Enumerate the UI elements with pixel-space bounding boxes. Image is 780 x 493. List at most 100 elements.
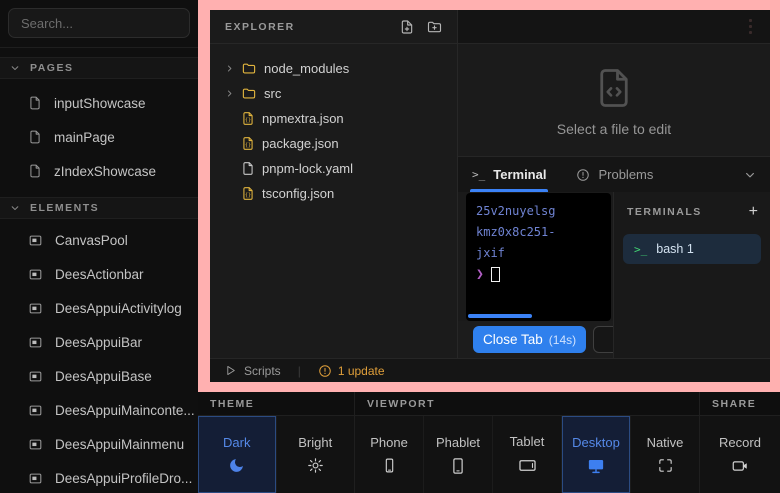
file-code-icon [593,64,635,112]
kebab-menu-button[interactable] [749,19,752,34]
terminal-prompt-icon: >_ [634,243,647,256]
phablet-icon [449,457,467,475]
sidebar-section-pages[interactable]: PAGES [0,57,198,79]
page-icon [28,96,42,110]
chevron-down-icon [10,203,20,213]
sidebar-item-deesappuiprofiledropdown[interactable]: DeesAppuiProfileDro... [0,461,198,493]
terminal-screen[interactable]: 25v2nuyelsg kmz0x8c251- jxif ❯ [466,193,611,321]
svg-text:{}: {} [245,118,251,124]
new-file-button[interactable] [399,19,415,35]
button-label: Phablet [436,435,480,450]
file-icon [241,161,255,176]
tree-item-package-json[interactable]: {} package.json [210,131,457,156]
sidebar-item-deesappuiactivitylog[interactable]: DeesAppuiActivitylog [0,291,198,325]
editor-topbar [458,10,770,44]
json-file-icon: {} [241,136,255,151]
button-label: Record [719,435,761,450]
close-tab-countdown: (14s) [549,333,576,347]
new-folder-button[interactable] [426,19,443,35]
sun-icon [307,457,324,474]
play-icon [224,364,237,377]
viewport-section: VIEWPORT Phone Phablet Tablet Desktop [355,392,700,493]
terminal-output-section: 25v2nuyelsg kmz0x8c251- jxif ❯ [458,192,613,358]
phone-icon [381,457,398,474]
element-icon [28,267,43,282]
viewport-button-phone[interactable]: Phone [355,416,424,493]
update-label: 1 update [338,364,385,378]
new-file-icon [399,19,415,35]
sidebar-item-deesappuibase[interactable]: DeesAppuiBase [0,359,198,393]
share-button-record[interactable]: Record [700,416,780,493]
tree-item-tsconfig-json[interactable]: {} tsconfig.json [210,181,457,206]
sidebar-item-deesappuimaincontent[interactable]: DeesAppuiMainconte... [0,393,198,427]
explorer-title: EXPLORER [225,21,399,33]
viewport-button-phablet[interactable]: Phablet [424,416,493,493]
explorer-panel: EXPLORER [210,10,458,358]
terminal-actions-row: Close Tab (14s) [458,321,613,358]
chevron-right-icon [225,64,234,73]
sidebar-divider [0,47,198,48]
chevron-down-icon[interactable] [744,169,756,181]
json-file-icon: {} [241,111,255,126]
element-icon [28,403,43,418]
ide-component: EXPLORER [210,10,770,382]
tab-label: Terminal [493,167,546,182]
statusbar-separator: | [298,364,301,378]
tab-problems[interactable]: Problems [574,157,655,192]
terminal-output-line: 25v2nuyelsg [476,201,611,222]
sidebar-item-deesactionbar[interactable]: DeesActionbar [0,257,198,291]
sidebar-item-mainpage[interactable]: mainPage [0,120,198,154]
theme-button-bright[interactable]: Bright [277,416,355,493]
search-input[interactable] [8,8,190,38]
tree-item-npmextra-json[interactable]: {} npmextra.json [210,106,457,131]
scripts-button[interactable]: Scripts [244,364,281,378]
viewport-button-tablet[interactable]: Tablet [493,416,562,493]
tree-item-label: src [264,86,281,101]
viewport-button-desktop[interactable]: Desktop [562,416,631,493]
button-label: Tablet [510,434,545,449]
terminals-title: TERMINALS [627,206,749,218]
update-indicator[interactable]: 1 update [318,364,385,378]
editor-column: Select a file to edit >_ Terminal Proble… [458,10,770,358]
tree-item-pnpm-lock-yaml[interactable]: pnpm-lock.yaml [210,156,457,181]
clipped-action-button[interactable] [593,326,613,353]
sidebar-item-deesappuibar[interactable]: DeesAppuiBar [0,325,198,359]
theme-button-dark[interactable]: Dark [198,416,277,493]
sidebar-item-label: inputShowcase [54,96,146,111]
terminal-output-line: kmz0x8c251- [476,222,611,243]
editor-empty-state: Select a file to edit [458,44,770,156]
tree-item-src[interactable]: src [210,81,457,106]
close-tab-button[interactable]: Close Tab (14s) [473,326,586,353]
sidebar-section-elements[interactable]: ELEMENTS [0,197,198,219]
button-label: Dark [223,435,250,450]
shell-prompt: ❯ [476,264,484,285]
sidebar-item-label: DeesActionbar [55,267,144,282]
tree-item-label: package.json [262,136,339,151]
element-icon [28,369,43,384]
sidebar-item-canvaspool[interactable]: CanvasPool [0,223,198,257]
viewport-button-native[interactable]: Native [631,416,699,493]
record-icon [731,457,749,475]
terminals-panel: TERMINALS + >_ bash 1 [613,192,770,358]
element-icon [28,335,43,350]
add-terminal-button[interactable]: + [749,206,758,218]
new-folder-icon [426,19,443,35]
viewport-section-label: VIEWPORT [367,398,435,410]
svg-text:{}: {} [245,193,251,199]
native-icon [657,457,674,474]
terminal-scrollbar[interactable] [468,314,532,318]
svg-text:{}: {} [245,143,251,149]
sidebar-item-label: CanvasPool [55,233,128,248]
sidebar-item-label: DeesAppuiActivitylog [55,301,182,316]
sidebar-item-inputshowcase[interactable]: inputShowcase [0,86,198,120]
tree-item-node-modules[interactable]: node_modules [210,56,457,81]
sidebar-item-label: DeesAppuiBar [55,335,142,350]
sidebar-item-deesappuimainmenu[interactable]: DeesAppuiMainmenu [0,427,198,461]
sidebar-item-zindexshowcase[interactable]: zIndexShowcase [0,154,198,188]
tab-terminal[interactable]: >_ Terminal [470,157,548,192]
tab-label: Problems [598,167,653,182]
folder-icon [241,61,257,76]
terminal-session-bash1[interactable]: >_ bash 1 [623,234,761,264]
section-label: PAGES [30,62,73,74]
chevron-right-icon [225,89,234,98]
